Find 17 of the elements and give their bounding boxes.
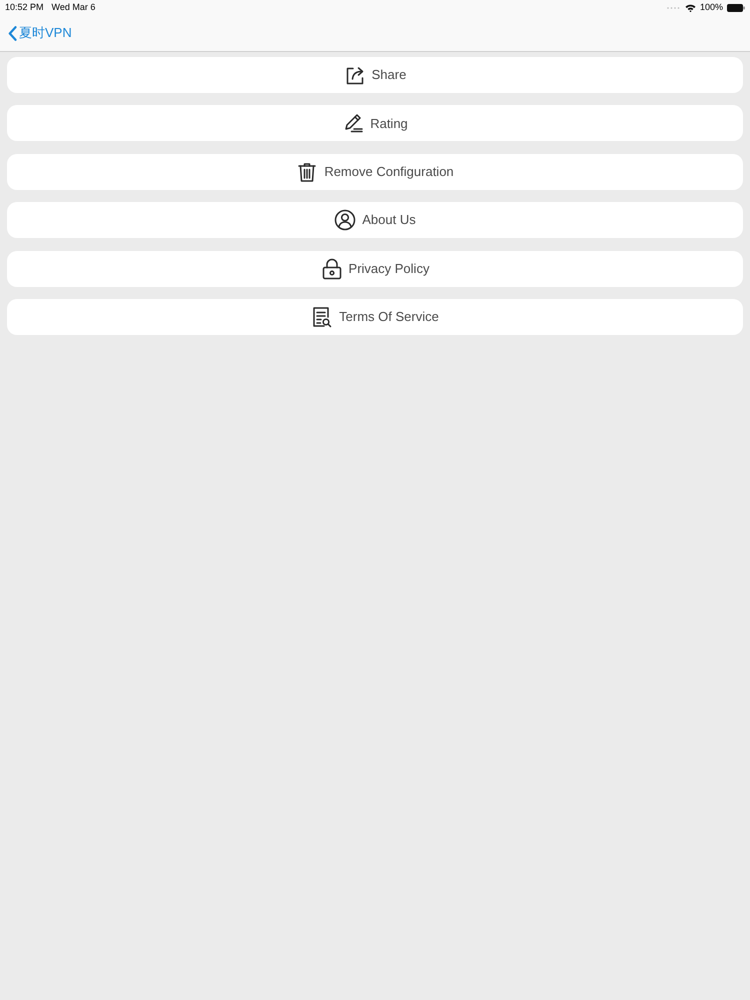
status-time: 10:52 PM bbox=[5, 0, 44, 14]
menu-row[interactable]: Privacy Policy bbox=[7, 250, 743, 287]
menu-row[interactable]: Rating bbox=[7, 105, 743, 142]
status-date: Wed Mar 6 bbox=[52, 0, 96, 14]
menu-row[interactable]: Terms Of Service bbox=[7, 298, 743, 335]
menu-row[interactable]: About Us bbox=[7, 202, 743, 238]
menu-row[interactable]: Share bbox=[7, 57, 743, 93]
battery-icon bbox=[727, 4, 745, 12]
back-button[interactable]: 夏时VPN bbox=[8, 23, 72, 43]
trash-icon bbox=[296, 160, 318, 183]
wifi-icon bbox=[684, 4, 696, 12]
menu-row[interactable]: Remove Configuration bbox=[7, 154, 743, 190]
person-circle-icon bbox=[334, 209, 356, 232]
battery-percent: 100% bbox=[700, 0, 723, 14]
chevron-left-icon bbox=[8, 26, 17, 40]
lock-icon bbox=[320, 258, 343, 280]
document-search-icon bbox=[311, 306, 334, 328]
